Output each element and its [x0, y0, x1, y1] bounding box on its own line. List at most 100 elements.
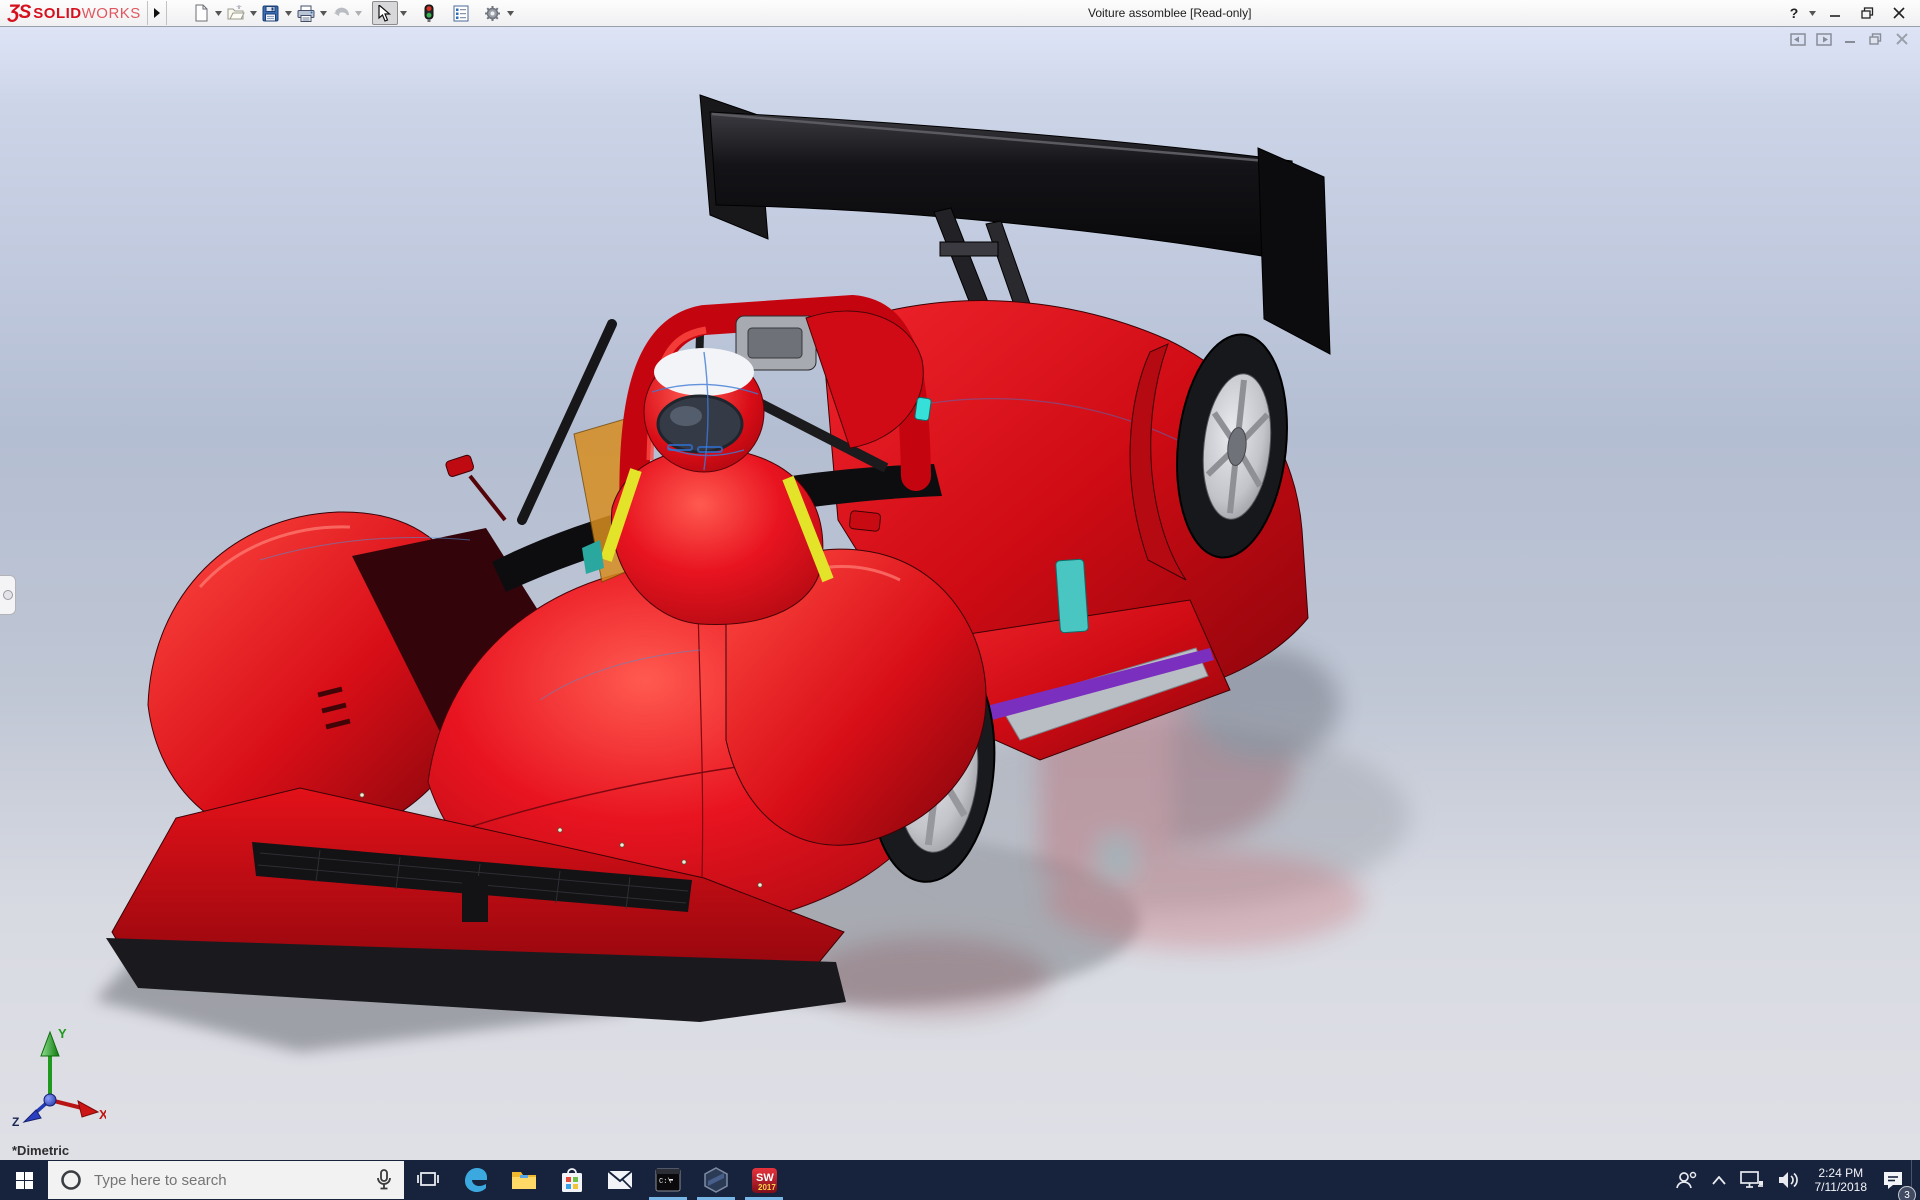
new-document-button[interactable]: [189, 2, 213, 24]
brand-bold: SOLID: [33, 5, 82, 22]
mail-icon: [607, 1170, 633, 1190]
start-button[interactable]: [0, 1160, 48, 1200]
tray-time: 2:24 PM: [1818, 1166, 1864, 1180]
save-floppy-icon: [262, 5, 279, 21]
options-dropdown[interactable]: [505, 2, 516, 24]
options-gear-icon: [485, 5, 501, 21]
network-button[interactable]: [1733, 1160, 1771, 1200]
y-axis-label: Y: [58, 1026, 67, 1041]
doc-minimize-button[interactable]: [1841, 32, 1858, 46]
solidworks-2017-icon: SW 2017: [751, 1167, 777, 1193]
options-button[interactable]: [481, 2, 505, 24]
microphone-icon[interactable]: [376, 1169, 392, 1191]
edge-icon: [465, 1168, 487, 1192]
menu-flyout-button[interactable]: [146, 1, 167, 25]
teal-window: [1055, 558, 1089, 634]
close-icon: [1893, 7, 1905, 19]
mail-button[interactable]: [596, 1160, 644, 1200]
print-icon: [297, 5, 315, 22]
clock[interactable]: 2:24 PM 7/11/2018: [1807, 1160, 1876, 1200]
people-button[interactable]: [1669, 1160, 1705, 1200]
visor: [656, 394, 744, 454]
open-folder-icon: [227, 5, 245, 20]
volume-button[interactable]: [1771, 1160, 1807, 1200]
rebuild-button[interactable]: [417, 2, 441, 24]
graphics-area[interactable]: Y X Z *Dimetric: [0, 27, 1920, 1160]
file-explorer-icon: [512, 1172, 536, 1189]
rebuild-traffic-light-icon: [424, 4, 434, 22]
new-document-icon: [195, 4, 208, 22]
edge-button[interactable]: [452, 1160, 500, 1200]
windows-logo-icon: [15, 1171, 33, 1189]
notification-badge: 3: [1898, 1186, 1916, 1200]
select-tool-button[interactable]: [371, 1, 398, 25]
ds-logo-icon: ƷS: [8, 2, 31, 23]
hidden-icons-button[interactable]: [1705, 1160, 1733, 1200]
store-button[interactable]: [548, 1160, 596, 1200]
save-button[interactable]: [259, 2, 283, 24]
file-properties-button[interactable]: [449, 2, 473, 24]
undo-icon: [333, 7, 349, 16]
file-properties-icon: [453, 5, 469, 21]
pane-left-button[interactable]: [1789, 32, 1806, 46]
right-mirror: [849, 510, 881, 532]
teal-accent: [914, 397, 932, 421]
command-prompt-icon: C:\: [655, 1168, 681, 1192]
task-view-button[interactable]: [404, 1160, 452, 1200]
restore-icon: [1860, 7, 1873, 19]
z-axis-label: Z: [12, 1115, 19, 1128]
windows-taskbar: C:\ SW 2017: [0, 1160, 1920, 1200]
open-button[interactable]: [224, 2, 248, 24]
file-explorer-button[interactable]: [500, 1160, 548, 1200]
action-center-button[interactable]: 3: [1875, 1160, 1916, 1200]
solidworks-logo: ƷS SOLID WORKS: [8, 2, 141, 24]
save-dropdown[interactable]: [283, 2, 294, 24]
new-dropdown[interactable]: [213, 2, 224, 24]
x-axis-label: X: [99, 1107, 106, 1122]
open-dropdown[interactable]: [248, 2, 259, 24]
restore-button[interactable]: [1852, 2, 1882, 24]
race-car-model: [95, 94, 1410, 1052]
quick-access-toolbar: [189, 1, 516, 25]
select-dropdown[interactable]: [398, 2, 409, 24]
command-prompt-button[interactable]: C:\: [644, 1160, 692, 1200]
solidworks-window: ƷS SOLID WORKS Voiture assomblee [Read-o…: [0, 0, 1920, 1200]
title-bar: ƷS SOLID WORKS Voiture assomblee [Read-o…: [0, 0, 1920, 27]
close-button[interactable]: [1884, 2, 1914, 24]
reference-triad: Y X Z: [12, 1026, 106, 1128]
task-view-icon: [417, 1172, 439, 1186]
pane-right-button[interactable]: [1815, 32, 1832, 46]
people-icon: [1675, 1171, 1696, 1189]
doc-restore-button[interactable]: [1867, 32, 1884, 46]
doc-close-button[interactable]: [1893, 32, 1910, 46]
cortana-icon: [60, 1169, 82, 1191]
undo-button[interactable]: [329, 2, 353, 24]
feature-pane-tab[interactable]: [0, 575, 16, 615]
minimize-icon: [1830, 15, 1840, 17]
tray-date: 7/11/2018: [1814, 1180, 1868, 1194]
chevron-up-icon: [1711, 1175, 1726, 1185]
volume-icon: [1778, 1172, 1798, 1188]
left-mirror: [445, 454, 475, 477]
minimize-button[interactable]: [1820, 2, 1850, 24]
hexagon-app-button[interactable]: [692, 1160, 740, 1200]
window-controls: ?: [1783, 2, 1914, 24]
document-window-controls: [1789, 32, 1910, 46]
search-input[interactable]: [90, 1171, 376, 1189]
undo-dropdown[interactable]: [353, 2, 364, 24]
flyout-arrow-icon: [153, 8, 160, 18]
brand-light: WORKS: [81, 5, 141, 22]
taskbar-search[interactable]: [48, 1161, 404, 1199]
view-orientation-label: *Dimetric: [12, 1143, 70, 1158]
pane-expand-icon: [3, 590, 13, 600]
print-dropdown[interactable]: [318, 2, 329, 24]
network-icon: [1739, 1171, 1763, 1188]
help-dropdown[interactable]: [1807, 2, 1818, 24]
help-button[interactable]: ?: [1783, 2, 1805, 24]
sw-year-text: 2017: [758, 1183, 776, 1192]
solidworks-2017-button[interactable]: SW 2017: [740, 1160, 788, 1200]
print-button[interactable]: [294, 2, 318, 24]
system-tray: 2:24 PM 7/11/2018 3: [1669, 1160, 1920, 1200]
select-cursor-icon: [378, 4, 392, 22]
store-icon: [562, 1168, 582, 1192]
